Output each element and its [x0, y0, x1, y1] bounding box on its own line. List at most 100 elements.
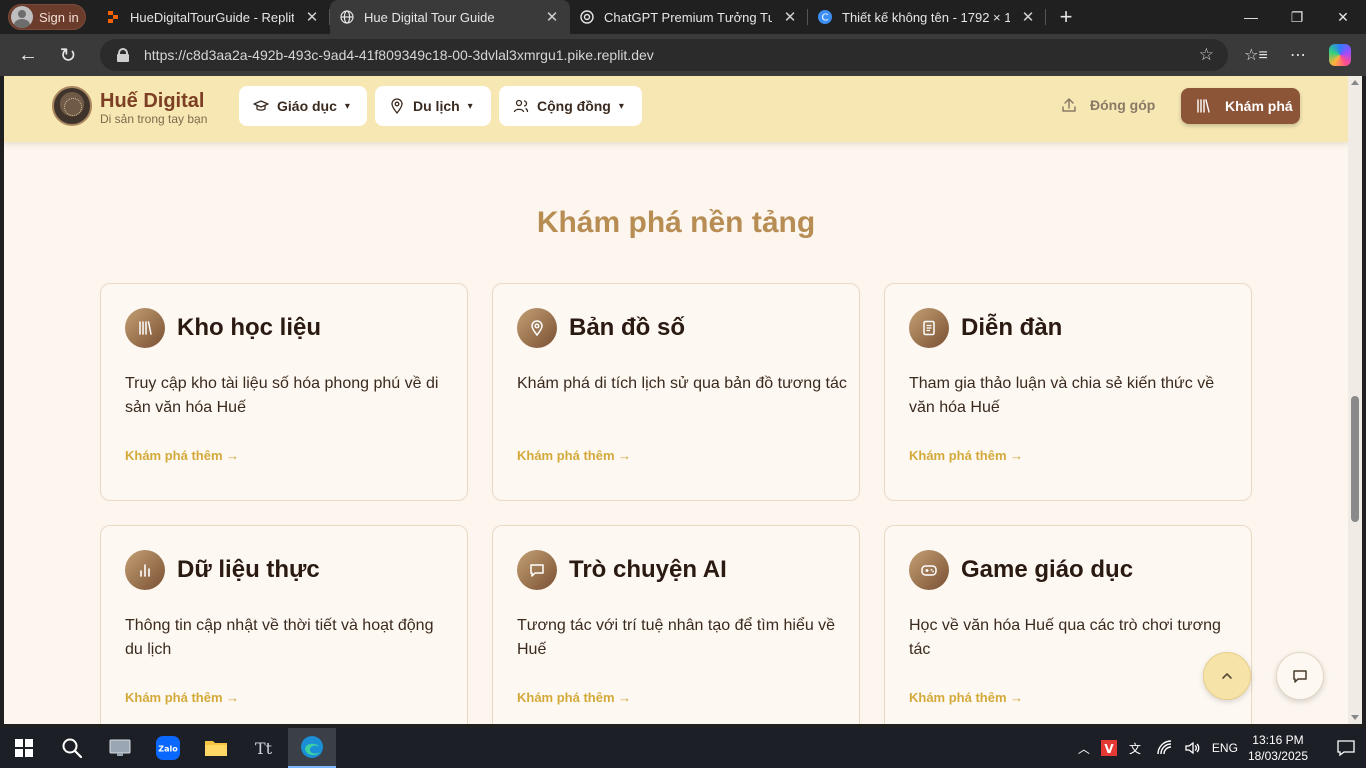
card-explore-more-link[interactable]: Khám phá thêm → [517, 690, 631, 705]
copilot-icon[interactable] [1322, 38, 1358, 72]
card-explore-more-link[interactable]: Khám phá thêm → [517, 448, 631, 463]
address-bar-row: ← ↻ https://c8d3aa2a-492b-493c-9ad4-41f8… [0, 34, 1366, 76]
close-window-icon[interactable]: ✕ [1320, 0, 1366, 34]
card-icon-circle [909, 550, 949, 590]
nav-community-dropdown[interactable]: Cộng đồng ▾ [499, 86, 642, 126]
tab-chatgpt[interactable]: ChatGPT Premium Tưởng Tượng ✕ [570, 0, 808, 34]
card-explore-more-link[interactable]: Khám phá thêm → [125, 448, 239, 463]
favorite-star-icon[interactable]: ☆ [1199, 45, 1214, 65]
more-options-icon[interactable]: ⋯ [1280, 38, 1316, 72]
folder-icon [205, 741, 227, 756]
notification-icon[interactable] [1326, 738, 1366, 758]
tab-title: ChatGPT Premium Tưởng Tượng [604, 9, 772, 25]
card-description: Thông tin cập nhật về thời tiết và hoạt … [125, 617, 434, 658]
users-icon [513, 99, 529, 113]
chat-button[interactable] [1276, 652, 1324, 700]
card-icon-circle [125, 308, 165, 348]
card-description: Tương tác với trí tuệ nhân tạo để tìm hi… [517, 617, 836, 658]
page-scrollbar[interactable] [1348, 76, 1362, 724]
chat-bubble-icon [530, 564, 544, 577]
nav-tourism-dropdown[interactable]: Du lịch ▾ [375, 86, 491, 126]
brand-tagline: Di sản trong tay bạn [100, 112, 208, 126]
wifi-icon[interactable] [1156, 739, 1174, 757]
replit-icon [108, 11, 118, 23]
clock[interactable]: 13:16 PM 18/03/2025 [1248, 732, 1308, 764]
search-button[interactable] [48, 728, 96, 768]
input-method-icon[interactable]: 文 [1128, 739, 1146, 757]
card-description: Truy cập kho tài liệu số hóa phong phú v… [125, 375, 439, 416]
tab-canva[interactable]: C Thiết kế không tên - 1792 × 1024 ✕ [808, 0, 1046, 34]
card-description: Khám phá di tích lịch sử qua bản đồ tươn… [517, 375, 847, 392]
card-title: Bản đồ số [569, 314, 686, 341]
file-explorer-app[interactable] [192, 728, 240, 768]
card-explore-more-link[interactable]: Khám phá thêm → [125, 690, 239, 705]
nav-education-label: Giáo dục [277, 98, 337, 114]
card-library[interactable]: Kho học liệu Truy cập kho tài liệu số hó… [100, 283, 468, 501]
card-title: Game giáo dục [961, 556, 1134, 583]
lock-icon [116, 48, 130, 62]
explore-label: Khám phá [1225, 98, 1293, 114]
tab-close-icon[interactable]: ✕ [782, 8, 798, 26]
card-explore-more-link[interactable]: Khám phá thêm → [909, 690, 1023, 705]
reload-icon[interactable]: ↻ [48, 38, 88, 72]
back-arrow-icon[interactable]: ← [8, 38, 48, 72]
scroll-up-arrow-icon[interactable] [1351, 80, 1359, 85]
card-explore-more-link[interactable]: Khám phá thêm → [909, 448, 1023, 463]
nav-education-dropdown[interactable]: Giáo dục ▾ [239, 86, 367, 126]
scrollbar-thumb[interactable] [1351, 396, 1359, 522]
svg-text:V: V [1104, 742, 1114, 756]
page-viewport: Huế Digital Di sản trong tay bạn Giáo dụ… [4, 76, 1348, 724]
canva-icon: C [818, 10, 832, 24]
map-pin-icon [391, 98, 403, 114]
card-icon-circle [517, 550, 557, 590]
computer-icon [109, 739, 131, 756]
windows-logo-icon [15, 739, 33, 757]
tab-close-icon[interactable]: ✕ [304, 8, 320, 26]
chat-bubble-icon [1293, 670, 1307, 683]
url-field[interactable]: https://c8d3aa2a-492b-493c-9ad4-41f80934… [100, 39, 1228, 71]
tab-replit[interactable]: HueDigitalTourGuide - Replit ✕ [96, 0, 330, 34]
gamepad-icon [921, 565, 937, 576]
card-description: Tham gia thảo luận và chia sẻ kiến thức … [909, 375, 1215, 416]
globe-icon [340, 10, 354, 24]
volume-icon[interactable] [1184, 739, 1202, 757]
start-button[interactable] [0, 728, 48, 768]
vietnamese-keyboard-icon[interactable]: V [1100, 739, 1118, 757]
tab-close-icon[interactable]: ✕ [544, 8, 560, 26]
card-digital-map[interactable]: Bản đồ số Khám phá di tích lịch sử qua b… [492, 283, 860, 501]
card-forum[interactable]: Diễn đàn Tham gia thảo luận và chia sẻ k… [884, 283, 1252, 501]
chevron-up-icon[interactable]: ︿ [1078, 740, 1090, 757]
tab-close-icon[interactable]: ✕ [1020, 8, 1036, 26]
card-ai-chat[interactable]: Trò chuyện AI Tương tác với trí tuệ nhân… [492, 525, 860, 724]
site-header: Huế Digital Di sản trong tay bạn Giáo dụ… [4, 76, 1348, 142]
tab-hue-digital[interactable]: Hue Digital Tour Guide ✕ [330, 0, 570, 34]
svg-text:C: C [822, 13, 829, 24]
card-real-data[interactable]: Dữ liệu thực Thông tin cập nhật về thời … [100, 525, 468, 724]
new-tab-button[interactable]: + [1046, 4, 1086, 30]
system-tray: ︿ V 文 ENG 13:16 PM 18/03/2025 [1078, 728, 1366, 768]
profile-avatar-icon [11, 6, 33, 28]
card-education-game[interactable]: Game giáo dục Học về văn hóa Huế qua các… [884, 525, 1252, 724]
favorites-icon[interactable]: ☆≡ [1238, 38, 1274, 72]
scroll-to-top-button[interactable] [1203, 652, 1251, 700]
document-icon [923, 320, 935, 336]
window-controls: — ❐ ✕ [1228, 0, 1366, 34]
brand-name[interactable]: Huế Digital [100, 90, 204, 113]
card-title: Trò chuyện AI [569, 556, 727, 583]
scroll-down-arrow-icon[interactable] [1351, 715, 1359, 720]
hue-logo[interactable] [52, 86, 92, 126]
sign-in-button[interactable]: Sign in [8, 4, 86, 30]
zalo-icon: Zalo [156, 736, 180, 760]
text-app[interactable]: Tt [240, 728, 288, 768]
restore-icon[interactable]: ❐ [1274, 0, 1320, 34]
svg-text:文: 文 [1129, 741, 1141, 756]
nav-community-label: Cộng đồng [537, 98, 611, 114]
explore-button[interactable]: Khám phá [1181, 88, 1300, 124]
contribute-button[interactable]: Đóng góp [1060, 96, 1155, 114]
edge-app[interactable] [288, 728, 336, 768]
tab-title: Hue Digital Tour Guide [364, 9, 495, 25]
task-view-button[interactable] [96, 728, 144, 768]
minimize-icon[interactable]: — [1228, 0, 1274, 34]
zalo-app[interactable]: Zalo [144, 728, 192, 768]
language-indicator[interactable]: ENG [1212, 741, 1238, 755]
